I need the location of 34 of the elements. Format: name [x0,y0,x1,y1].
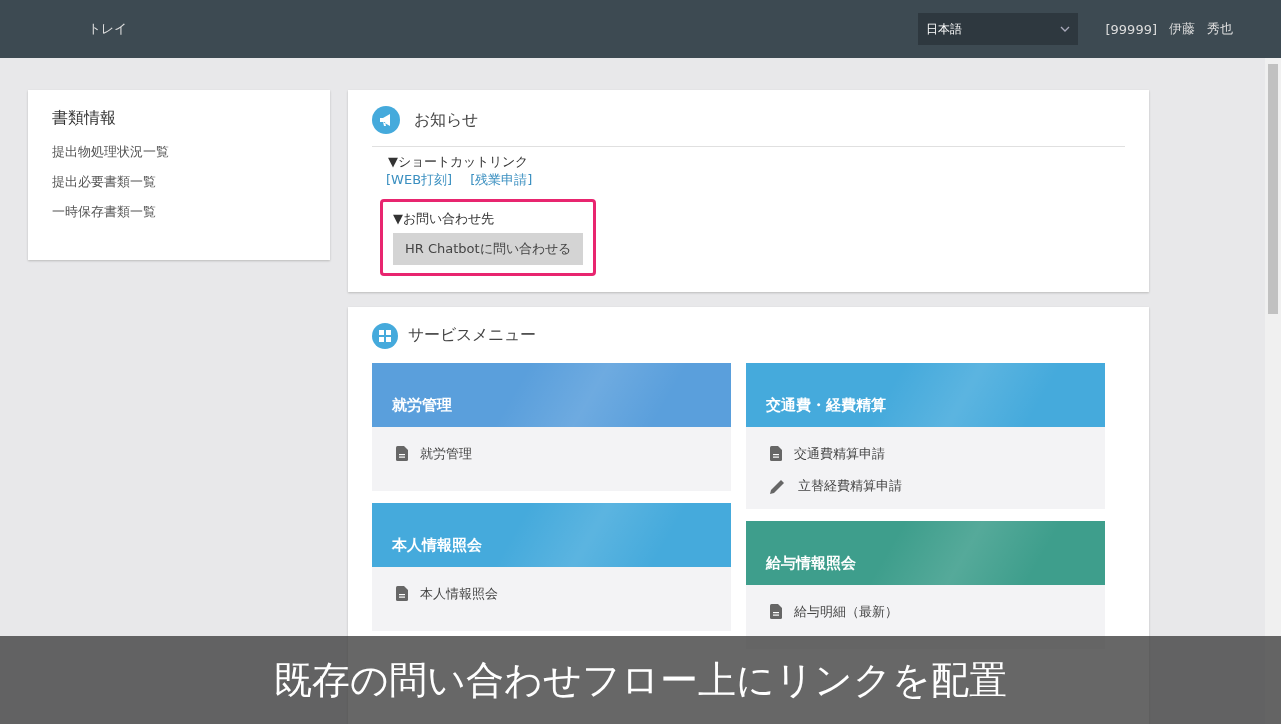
category-title: 就労管理 [392,395,452,415]
document-icon [396,446,408,462]
user-name: 秀也 [1207,20,1233,38]
menu-link[interactable]: 給与明細（最新） [770,602,1081,621]
page-title: トレイ [88,20,127,38]
shortcut-link[interactable]: [WEB打刻] [386,171,453,189]
language-select[interactable]: 日本語 [917,13,1078,45]
service-menu-title: サービスメニュー [408,325,536,347]
shortcut-heading: ▼ショートカットリンク [388,153,528,171]
caption-text: 既存の問い合わせフロー上にリンクを配置 [274,656,1007,704]
sidebar-link[interactable]: 提出必要書類一覧 [52,173,156,191]
category-title: 交通費・経費精算 [766,395,886,415]
sidebar-link[interactable]: 一時保存書類一覧 [52,203,156,221]
sidebar-link[interactable]: 提出物処理状況一覧 [52,143,169,161]
menu-link[interactable]: 本人情報照会 [396,584,707,603]
menu-link[interactable]: 立替経費精算申請 [770,476,1081,495]
document-icon [396,586,408,602]
category-title: 給与情報照会 [766,553,856,573]
shortcut-link[interactable]: [残業申請] [470,171,533,189]
user-name: 伊藤 [1169,20,1195,38]
menu-link[interactable]: 就労管理 [396,444,707,463]
user-id: [99999] [1105,21,1157,37]
sidebar-title: 書類情報 [52,108,116,129]
notice-title: お知らせ [414,109,478,131]
megaphone-icon [372,106,400,134]
menu-link[interactable]: 交通費精算申請 [770,444,1081,463]
category-title: 本人情報照会 [392,535,482,555]
chevron-down-icon [1059,26,1070,32]
document-icon [770,446,782,462]
document-icon [770,604,782,620]
contact-heading: ▼お問い合わせ先 [393,210,494,228]
grid-icon [372,322,398,349]
pencil-icon [770,477,786,494]
chatbot-button[interactable]: HR Chatbotに問い合わせる [393,233,583,265]
